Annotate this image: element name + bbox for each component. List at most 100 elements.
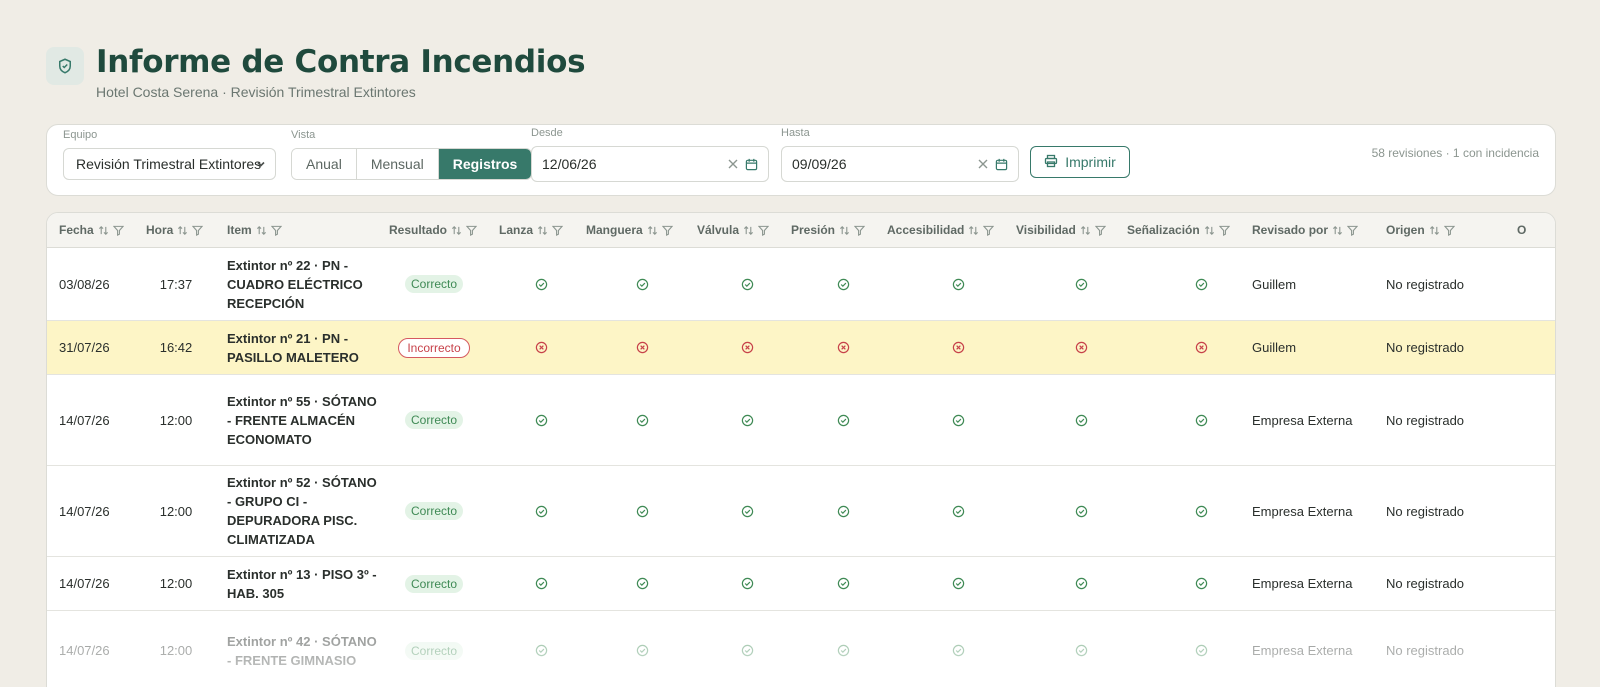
column-label: Hora [146,223,174,237]
sort-icon[interactable] [177,225,188,236]
filter-icon[interactable] [1443,225,1455,236]
filter-icon[interactable] [270,225,282,236]
filter-icon[interactable] [112,225,124,236]
check-circle-icon [1071,248,1091,320]
cell-resultado: Correcto [391,375,477,465]
column-header-origen[interactable]: Origen [1386,213,1455,247]
column-header-presion[interactable]: Presión [791,213,866,247]
vista-option-anual[interactable]: Anual [292,149,357,179]
cell-item: Extintor nº 55 · SÓTANO - FRENTE ALMACÉN… [227,393,377,447]
column-header-lanza[interactable]: Lanza [499,213,564,247]
cell-item: Extintor nº 13 · PISO 3º - HAB. 305 [227,566,377,601]
filter-icon[interactable] [1218,225,1230,236]
filter-icon[interactable] [983,225,995,236]
equipo-value: Revisión Trimestral Extintores [76,156,262,172]
status-badge: Correcto [404,275,463,293]
column-header-item[interactable]: Item [227,213,282,247]
cell-item: Extintor nº 42 · SÓTANO - FRENTE GIMNASI… [227,633,377,668]
check-circle-icon [737,248,757,320]
column-header-revisado[interactable]: Revisado por [1252,213,1359,247]
vista-option-mensual[interactable]: Mensual [356,149,439,179]
table-row[interactable]: 14/07/26 12:00 Extintor nº 42 · SÓTANO - F… [47,611,1555,687]
filter-icon[interactable] [192,225,204,236]
table-row[interactable]: 14/07/26 12:00 Extintor nº 55 · SÓTANO - F… [47,375,1555,466]
sort-icon[interactable] [647,225,658,236]
sort-icon[interactable] [743,225,754,236]
cell-fecha: 14/07/26 [59,576,110,591]
cell-origen: No registrado [1386,576,1465,591]
sort-icon[interactable] [1204,225,1215,236]
column-label: Revisado por [1252,223,1329,237]
check-circle-icon [833,557,853,610]
sort-icon[interactable] [537,225,548,236]
vista-segmented-control: Anual Mensual Registros [291,148,533,180]
check-circle-icon [948,248,968,320]
sort-icon[interactable] [98,225,109,236]
check-circle-icon [632,557,652,610]
cell-hora: 12:00 [159,503,193,519]
sort-icon[interactable] [1332,225,1343,236]
column-header-visibilidad[interactable]: Visibilidad [1016,213,1106,247]
x-circle-icon [632,321,652,374]
check-circle-icon [737,557,757,610]
column-header-manguera[interactable]: Manguera [586,213,673,247]
cell-fecha: 14/07/26 [59,643,110,658]
check-circle-icon [833,248,853,320]
cell-origen: No registrado [1386,503,1465,519]
close-icon[interactable] [728,147,738,181]
desde-date-input[interactable]: 12/06/26 [531,146,769,182]
desde-value: 12/06/26 [542,156,597,172]
sort-icon[interactable] [451,225,462,236]
sort-icon[interactable] [968,225,979,236]
column-header-fecha[interactable]: Fecha [59,213,124,247]
filter-icon[interactable] [758,225,770,236]
filter-icon[interactable] [466,225,478,236]
hasta-label: Hasta [781,127,810,139]
filter-icon[interactable] [1094,225,1106,236]
cell-fecha: 14/07/26 [59,412,110,428]
column-header-valvula[interactable]: Válvula [697,213,770,247]
column-header-accesibilidad[interactable]: Accesibilidad [887,213,995,247]
hasta-date-input[interactable]: 09/09/26 [781,146,1019,182]
cell-hora: 12:00 [159,576,193,591]
column-header-senalizacion[interactable]: Señalización [1127,213,1230,247]
column-header-hora[interactable]: Hora [146,213,204,247]
table-row[interactable]: 31/07/26 16:42 Extintor nº 21 · PN - PASIL… [47,321,1555,375]
cell-revisado-por: Empresa Externa [1252,576,1353,591]
sort-icon[interactable] [1429,225,1440,236]
close-icon[interactable] [978,147,988,181]
calendar-icon[interactable] [995,147,1008,181]
table-row[interactable]: 03/08/26 17:37 Extintor nº 22 · PN - CUADR… [47,248,1555,321]
check-circle-icon [1071,557,1091,610]
calendar-icon[interactable] [745,147,758,181]
check-circle-icon [1071,611,1091,687]
cell-item: Extintor nº 21 · PN - PASILLO MALETERO [227,330,359,365]
status-badge: Correcto [404,411,463,429]
cell-resultado: Correcto [391,611,477,687]
column-header-o[interactable]: O [1517,213,1526,247]
cell-resultado: Correcto [391,248,477,320]
table-row[interactable]: 14/07/26 12:00 Extintor nº 13 · PISO 3º - … [47,557,1555,611]
print-button[interactable]: Imprimir [1030,146,1130,178]
column-header-resultado[interactable]: Resultado [389,213,478,247]
vista-option-registros[interactable]: Registros [438,149,532,179]
check-circle-icon [1191,466,1211,556]
filter-icon[interactable] [1347,225,1359,236]
cell-fecha: 31/07/26 [59,340,110,355]
sort-icon[interactable] [1080,225,1091,236]
cell-hora: 12:00 [159,412,193,428]
sort-icon[interactable] [256,225,267,236]
x-circle-icon [1071,321,1091,374]
cell-origen: No registrado [1386,643,1465,658]
column-label: Item [227,223,252,237]
filter-icon[interactable] [661,225,673,236]
column-label: Visibilidad [1016,223,1076,237]
filter-icon[interactable] [854,225,866,236]
filter-icon[interactable] [552,225,564,236]
equipo-select[interactable]: Revisión Trimestral Extintores [63,148,276,180]
check-circle-icon [737,375,757,465]
check-circle-icon [531,248,551,320]
sort-icon[interactable] [839,225,850,236]
page-header: Informe de Contra Incendios Hotel Costa … [46,44,586,100]
table-row[interactable]: 14/07/26 12:00 Extintor nº 52 · SÓTANO - G… [47,466,1555,557]
